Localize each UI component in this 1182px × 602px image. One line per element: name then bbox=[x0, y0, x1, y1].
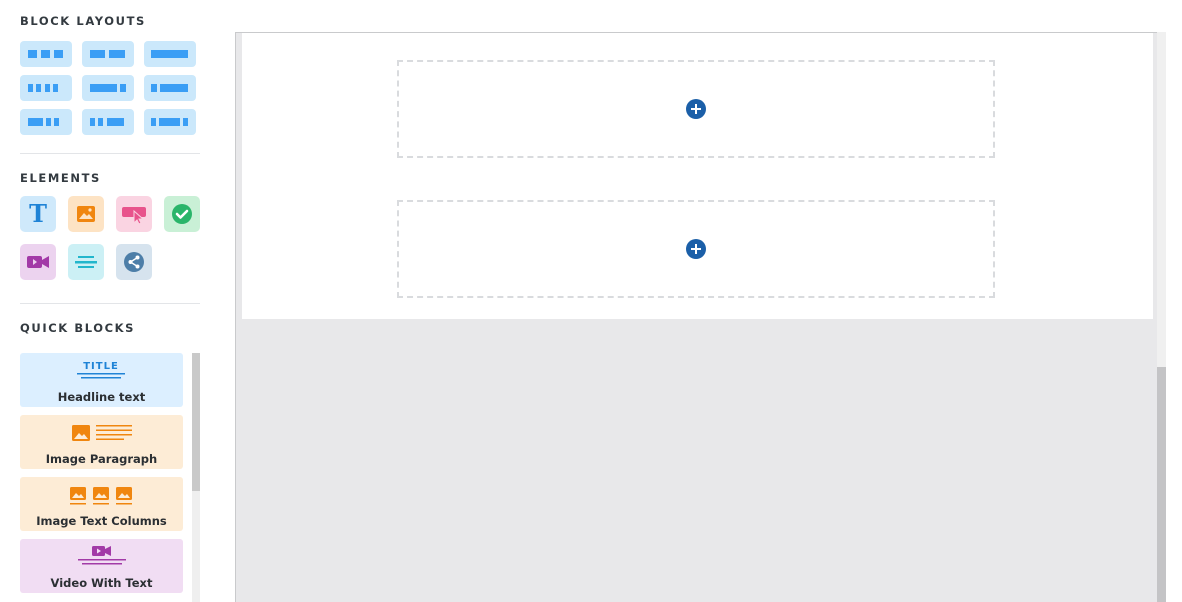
sidebar: BLOCK LAYOUTS ELEMENTS T QUICK BLOCKS TI… bbox=[0, 0, 220, 602]
layout-two-narrow-one-wide-button[interactable] bbox=[82, 109, 134, 135]
button-icon bbox=[122, 207, 146, 224]
quick-blocks-scrollbar-thumb[interactable] bbox=[192, 353, 200, 491]
layout-four-equal-button[interactable] bbox=[20, 75, 72, 101]
svg-text:TITLE: TITLE bbox=[83, 361, 119, 372]
layout-two-wide-one-narrow-button[interactable] bbox=[20, 109, 72, 135]
checkmark-icon bbox=[172, 204, 192, 224]
headline-title-icon: TITLE bbox=[77, 361, 125, 379]
empty-block-drop-zone[interactable] bbox=[397, 60, 995, 158]
layout-narrow-wide-button[interactable] bbox=[144, 75, 196, 101]
divider-icon bbox=[75, 256, 97, 268]
quick-block-label: Image Text Columns bbox=[36, 514, 167, 528]
quick-blocks-list[interactable]: TITLE Headline text Image Paragraph Imag… bbox=[20, 353, 184, 602]
quick-block-image-paragraph[interactable]: Image Paragraph bbox=[20, 415, 183, 469]
element-button-button[interactable] bbox=[116, 196, 152, 232]
divider bbox=[20, 153, 200, 154]
quick-block-video-with-text[interactable]: Video With Text bbox=[20, 539, 183, 593]
email-page bbox=[242, 33, 1153, 319]
text-icon: T bbox=[29, 199, 47, 228]
quick-block-image-text-columns[interactable]: Image Text Columns bbox=[20, 477, 183, 531]
element-social-share-button[interactable] bbox=[116, 244, 152, 280]
block-layouts-heading: BLOCK LAYOUTS bbox=[20, 14, 146, 28]
element-text-button[interactable]: T bbox=[20, 196, 56, 232]
quick-block-label: Image Paragraph bbox=[45, 452, 158, 466]
share-icon bbox=[124, 252, 144, 272]
quick-blocks-heading: QUICK BLOCKS bbox=[20, 321, 136, 335]
divider bbox=[20, 303, 200, 304]
quick-block-label: Video With Text bbox=[50, 576, 153, 590]
empty-block-drop-zone[interactable] bbox=[397, 200, 995, 298]
canvas-scrollbar-thumb[interactable] bbox=[1157, 367, 1166, 602]
video-icon bbox=[27, 256, 49, 268]
elements-heading: ELEMENTS bbox=[20, 171, 101, 185]
quick-block-label: Headline text bbox=[57, 390, 146, 404]
element-divider-button[interactable] bbox=[68, 244, 104, 280]
add-content-icon[interactable] bbox=[686, 99, 706, 119]
element-checklist-button[interactable] bbox=[164, 196, 200, 232]
layout-three-equal-button[interactable] bbox=[20, 41, 72, 67]
layout-narrow-wide-narrow-button[interactable] bbox=[144, 109, 196, 135]
layout-single-button[interactable] bbox=[144, 41, 196, 67]
element-image-button[interactable] bbox=[68, 196, 104, 232]
quick-block-headline-text[interactable]: TITLE Headline text bbox=[20, 353, 183, 407]
video-with-text-icon bbox=[78, 546, 126, 565]
add-content-icon[interactable] bbox=[686, 239, 706, 259]
image-icon bbox=[77, 206, 95, 222]
editor-canvas[interactable] bbox=[235, 32, 1166, 602]
image-text-columns-icon bbox=[70, 487, 132, 505]
layout-two-equal-button[interactable] bbox=[82, 41, 134, 67]
layout-wide-narrow-button[interactable] bbox=[82, 75, 134, 101]
image-paragraph-icon bbox=[72, 425, 132, 441]
element-video-button[interactable] bbox=[20, 244, 56, 280]
